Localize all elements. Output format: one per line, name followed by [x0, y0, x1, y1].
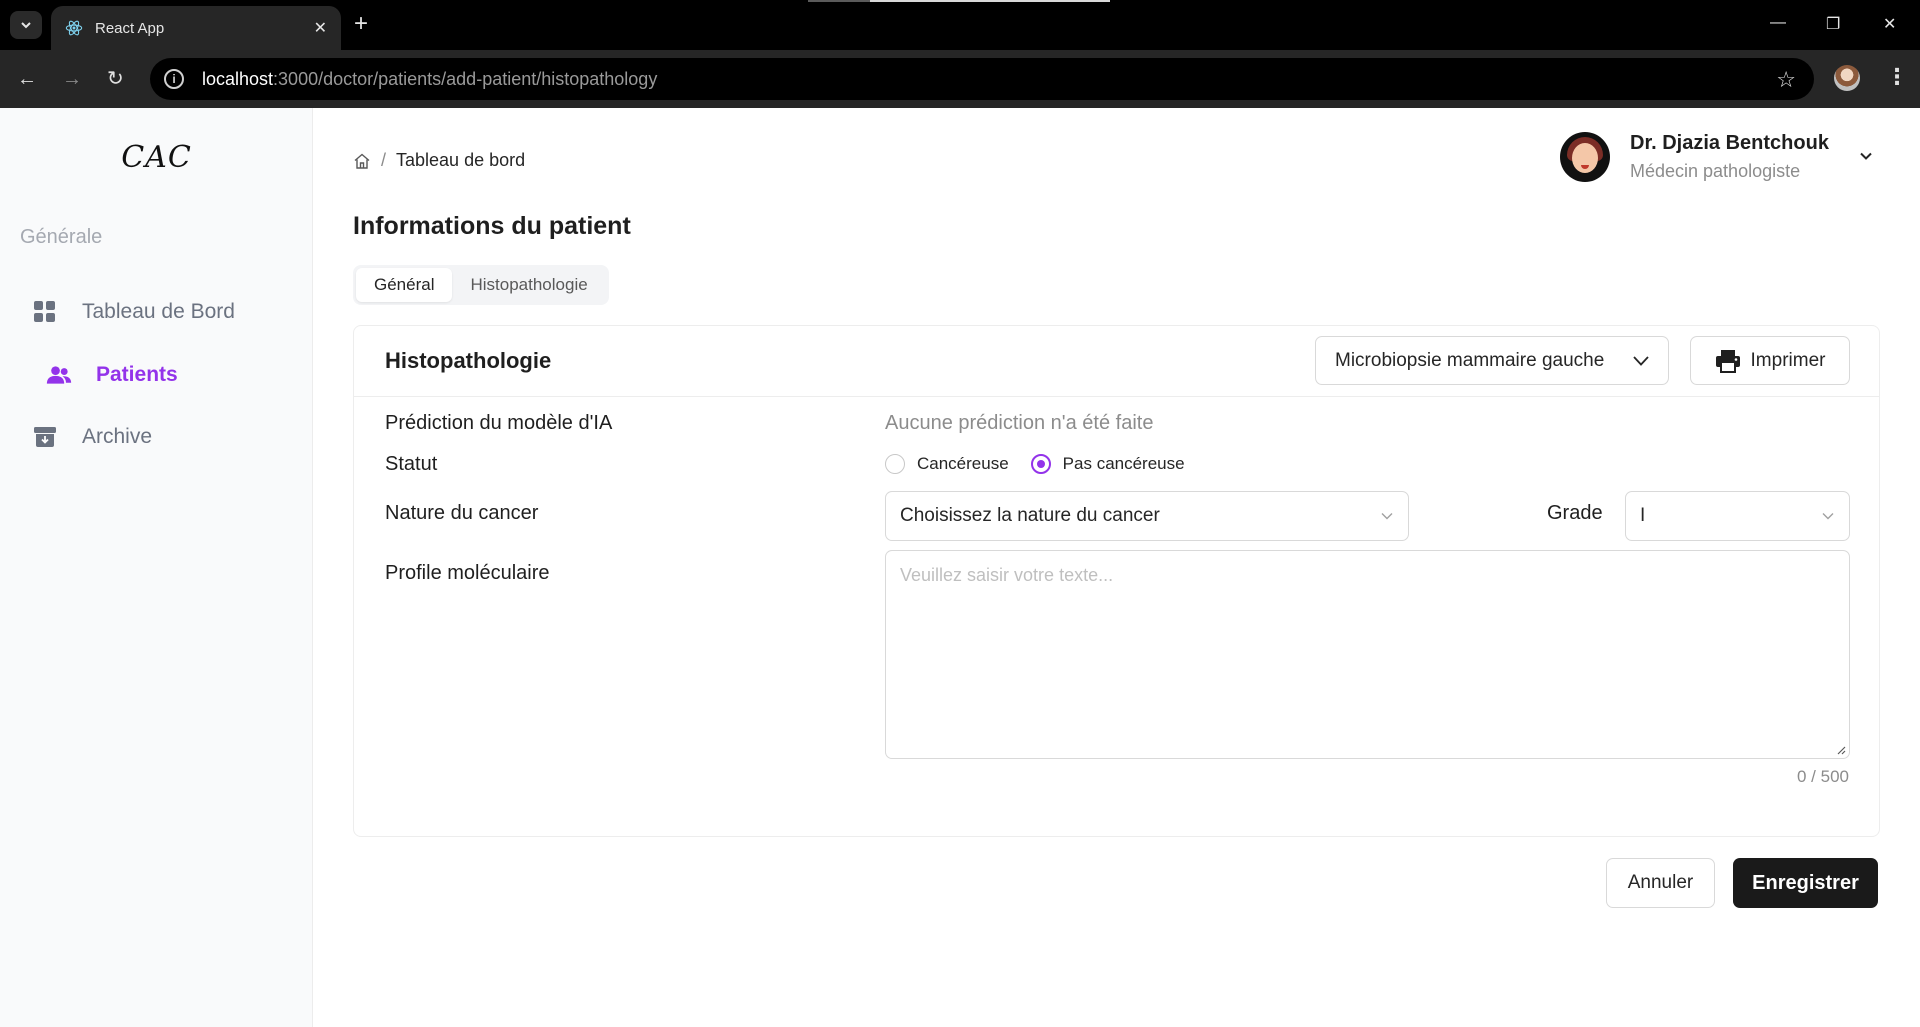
minimize-icon[interactable]: — [1770, 14, 1786, 32]
users-icon [46, 362, 72, 388]
grade-label: Grade [1547, 502, 1603, 524]
main-content: / Tableau de bord Dr. Djazia Bentchouk M… [313, 108, 1920, 1027]
app-logo[interactable]: CAC [0, 140, 313, 175]
browser-tab[interactable]: React App ✕ [51, 6, 341, 50]
dashboard-grid-icon [32, 299, 58, 325]
breadcrumb: / Tableau de bord [353, 150, 525, 171]
url-host: localhost [202, 68, 274, 89]
close-tab-icon[interactable]: ✕ [314, 18, 327, 38]
nature-select-placeholder: Choisissez la nature du cancer [900, 505, 1160, 526]
cancel-button[interactable]: Annuler [1606, 858, 1715, 908]
browser-tab-bar: React App ✕ + — ❐ ✕ [0, 0, 1920, 50]
molecular-profile-textarea[interactable]: Veuillez saisir votre texte... [885, 550, 1850, 759]
browser-profile-avatar[interactable] [1834, 65, 1860, 91]
tab-title: React App [95, 19, 165, 37]
print-button[interactable]: Imprimer [1690, 336, 1850, 385]
card-title: Histopathologie [385, 348, 552, 373]
biopsy-select-value: Microbiopsie mammaire gauche [1335, 349, 1605, 371]
back-arrow-icon[interactable]: ← [17, 68, 37, 90]
printer-icon [1715, 349, 1740, 373]
new-tab-icon[interactable]: + [354, 12, 368, 36]
home-icon[interactable] [353, 152, 371, 170]
page-title: Informations du patient [353, 212, 631, 240]
textarea-placeholder: Veuillez saisir votre texte... [900, 565, 1114, 585]
chevron-down-icon [1381, 513, 1393, 520]
chevron-down-icon [1822, 513, 1834, 520]
tab-general[interactable]: Général [356, 268, 453, 302]
tab-histopathology[interactable]: Histopathologie [452, 268, 605, 302]
status-option-not-cancerous[interactable]: Pas cancéreuse [1030, 454, 1185, 474]
sidebar-item-label: Patients [96, 363, 178, 386]
grade-select-value: I [1640, 505, 1646, 526]
nature-label: Nature du cancer [385, 502, 539, 524]
archive-box-icon [32, 424, 58, 450]
radio-not-cancerous[interactable] [1030, 454, 1051, 474]
breadcrumb-separator: / [381, 150, 387, 170]
react-logo-icon [65, 20, 83, 36]
sidebar-item-patients[interactable]: Patients [46, 355, 178, 395]
save-button[interactable]: Enregistrer [1733, 858, 1878, 908]
resize-grip-icon[interactable] [1836, 745, 1846, 755]
user-name: Dr. Djazia Bentchouk [1630, 132, 1829, 154]
nature-select[interactable]: Choisissez la nature du cancer [885, 491, 1409, 541]
status-radio-group: Cancéreuse Pas cancéreuse [885, 454, 1207, 474]
prediction-label: Prédiction du modèle d'IA [385, 412, 613, 434]
status-option-cancerous[interactable]: Cancéreuse [885, 454, 1009, 474]
browser-menu-icon[interactable]: ⋮ [1886, 64, 1908, 90]
sidebar-section-label: Générale [20, 226, 103, 248]
avatar [1560, 132, 1610, 182]
chevron-down-icon [21, 22, 31, 29]
sidebar-item-archive[interactable]: Archive [32, 417, 152, 457]
print-label: Imprimer [1750, 349, 1826, 371]
biopsy-select[interactable]: Microbiopsie mammaire gauche [1315, 336, 1669, 385]
sidebar-item-label: Archive [82, 425, 153, 448]
status-label: Statut [385, 453, 438, 475]
prediction-value: Aucune prédiction n'a été faite [885, 412, 1154, 434]
user-profile[interactable]: Dr. Djazia Bentchouk Médecin pathologist… [1560, 132, 1829, 182]
segmented-tabs: Général Histopathologie [353, 265, 609, 305]
chevron-down-icon[interactable] [1858, 148, 1874, 164]
histopathology-card: Histopathologie Microbiopsie mammaire ga… [353, 325, 1880, 837]
bookmark-star-icon[interactable]: ☆ [1776, 67, 1796, 93]
url-bar[interactable]: i localhost:3000/doctor/patients/add-pat… [150, 58, 1814, 100]
forward-arrow-icon[interactable]: → [62, 68, 82, 90]
chevron-down-icon [1633, 355, 1649, 366]
tab-search-button[interactable] [10, 11, 42, 39]
reload-icon[interactable]: ↻ [107, 68, 124, 90]
sidebar-item-dashboard[interactable]: Tableau de Bord [32, 292, 235, 332]
browser-address-bar: ← → ↻ i localhost:3000/doctor/patients/a… [0, 50, 1920, 108]
card-header: Histopathologie Microbiopsie mammaire ga… [354, 326, 1879, 397]
character-counter: 0 / 500 [1797, 767, 1849, 786]
radio-label: Pas cancéreuse [1062, 454, 1185, 473]
restore-icon[interactable]: ❐ [1826, 14, 1840, 34]
close-window-icon[interactable]: ✕ [1883, 14, 1896, 34]
sidebar: CAC Générale Tableau de Bord Patients Ar… [0, 108, 313, 1027]
breadcrumb-item-dashboard[interactable]: Tableau de bord [396, 150, 525, 171]
url-path: :3000/doctor/patients/add-patient/histop… [273, 68, 658, 89]
molecular-label: Profile moléculaire [385, 562, 550, 584]
radio-label: Cancéreuse [917, 454, 1009, 473]
site-info-icon[interactable]: i [164, 69, 184, 89]
grade-select[interactable]: I [1625, 491, 1850, 541]
radio-cancerous[interactable] [885, 454, 905, 474]
user-role: Médecin pathologiste [1630, 161, 1801, 181]
sidebar-item-label: Tableau de Bord [82, 300, 235, 323]
window-strip-light [870, 0, 1110, 2]
